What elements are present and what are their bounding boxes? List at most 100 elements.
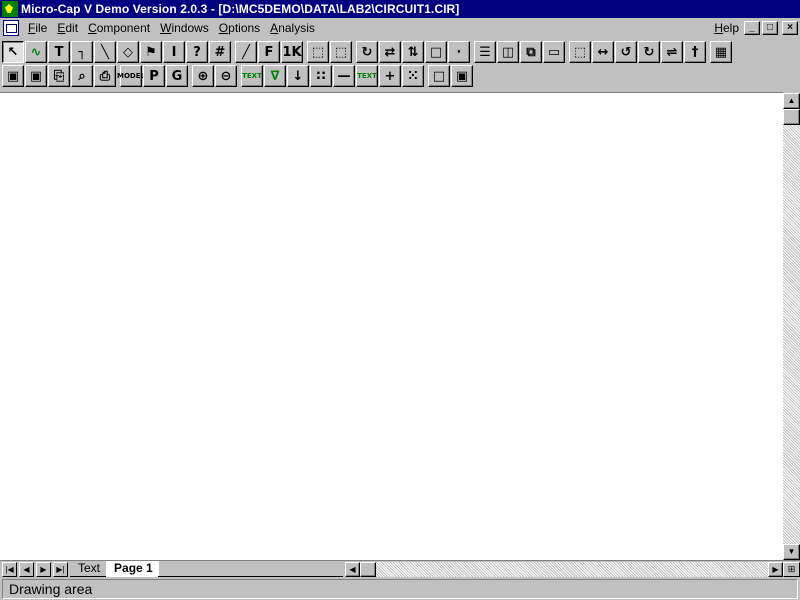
zoom-out-icon: ⊖: [220, 68, 232, 84]
help-button[interactable]: ?: [186, 41, 208, 63]
last-page-button[interactable]: ▶|: [53, 562, 68, 577]
crosshair-button[interactable]: +: [379, 65, 401, 87]
menu-help[interactable]: Help: [709, 21, 744, 35]
scroll-down-button[interactable]: ▼: [783, 544, 800, 560]
main-window: Micro-Cap V Demo Version 2.0.3 - [D:\MC5…: [0, 0, 800, 600]
flag-button[interactable]: ⚑: [140, 41, 162, 63]
wire-squiggle-button[interactable]: ∿: [25, 41, 47, 63]
ground-g-button[interactable]: G: [166, 65, 188, 87]
rotate-icon: ↻: [361, 44, 373, 60]
flip-vertical-button[interactable]: ⇅: [402, 41, 424, 63]
rotate-left-button[interactable]: ↺: [615, 41, 637, 63]
window-title: Micro-Cap V Demo Version 2.0.3 - [D:\MC5…: [21, 2, 460, 16]
mirror-button[interactable]: □: [425, 41, 447, 63]
component-hash-button[interactable]: #: [209, 41, 231, 63]
print-preview-button[interactable]: ⌕: [71, 65, 93, 87]
mdi-minimize-button[interactable]: _: [744, 21, 760, 35]
border-button[interactable]: □: [428, 65, 450, 87]
model-button[interactable]: MODEL: [117, 65, 145, 87]
document-control-icon[interactable]: [3, 20, 19, 36]
zoom-region-button[interactable]: ⬚: [569, 41, 591, 63]
menu-edit[interactable]: Edit: [52, 21, 83, 35]
box-dotted-2-button[interactable]: ⬚: [330, 41, 352, 63]
grid-toggle-button[interactable]: ⁙: [402, 65, 424, 87]
select-arrow-button[interactable]: ↖: [2, 41, 24, 63]
find-icon: F: [264, 44, 274, 60]
node-button[interactable]: ∙: [448, 41, 470, 63]
scroll-left-button[interactable]: ◀: [345, 562, 360, 577]
line-tool-button[interactable]: —: [333, 65, 355, 87]
calculator-button[interactable]: ▦: [710, 41, 732, 63]
print-preview-doc-icon: ⎘: [53, 68, 65, 84]
text-label-button[interactable]: TEXT: [241, 65, 263, 87]
zoom-out-button[interactable]: ⊖: [215, 65, 237, 87]
title-bar[interactable]: Micro-Cap V Demo Version 2.0.3 - [D:\MC5…: [0, 0, 800, 18]
line-tool-icon: —: [337, 68, 351, 84]
kilo-button[interactable]: 1K: [281, 41, 303, 63]
scroll-right-button[interactable]: ▶: [768, 562, 783, 577]
maximize-window-button[interactable]: ▭: [543, 41, 565, 63]
menu-analysis[interactable]: Analysis: [265, 21, 320, 35]
save-all-icon: ▣: [29, 68, 43, 84]
page-tab-bar: |◀ ◀ ▶ ▶| Text Page 1 ◀ ▶ ⊞: [0, 560, 800, 577]
info-button[interactable]: I: [163, 41, 185, 63]
border-icon: □: [432, 68, 446, 84]
print-preview-doc-button[interactable]: ⎘: [48, 65, 70, 87]
grid-hatch-button[interactable]: ╱: [235, 41, 257, 63]
vertical-scroll-thumb[interactable]: [783, 109, 800, 125]
horizontal-scrollbar[interactable]: ◀ ▶: [345, 562, 783, 577]
node-numbers-button[interactable]: ∇: [264, 65, 286, 87]
diagonal-wire-button[interactable]: ╲: [94, 41, 116, 63]
menu-windows[interactable]: Windows: [155, 21, 214, 35]
pin-connections-button[interactable]: ↓: [287, 65, 309, 87]
pin-p-button[interactable]: P: [143, 65, 165, 87]
menu-file[interactable]: File: [23, 21, 52, 35]
prev-page-button[interactable]: ◀: [19, 562, 34, 577]
first-page-button[interactable]: |◀: [2, 562, 17, 577]
mdi-restore-button[interactable]: □: [762, 21, 778, 35]
attribute-text-button[interactable]: TEXT: [356, 65, 378, 87]
drawing-area[interactable]: [0, 92, 783, 560]
save-button[interactable]: ▣: [2, 65, 24, 87]
select-arrow-icon: ↖: [7, 44, 19, 60]
grid-dots-button[interactable]: ∷: [310, 65, 332, 87]
shapes-button[interactable]: ◇: [117, 41, 139, 63]
cascade-button[interactable]: ⧉: [520, 41, 542, 63]
save-icon: ▣: [6, 68, 20, 84]
save-all-button[interactable]: ▣: [25, 65, 47, 87]
tab-text[interactable]: Text: [70, 561, 107, 577]
node-numbers-icon: ∇: [270, 68, 280, 84]
title-block-button[interactable]: ▣: [451, 65, 473, 87]
find-button[interactable]: F: [258, 41, 280, 63]
mirror-icon: □: [429, 44, 443, 60]
pin-connections-icon: ↓: [292, 68, 304, 84]
next-page-button[interactable]: ▶: [36, 562, 51, 577]
text-tool-button[interactable]: T: [48, 41, 70, 63]
flip-horizontal-button[interactable]: ⇄: [379, 41, 401, 63]
tile-horizontal-button[interactable]: ☰: [474, 41, 496, 63]
mirror-horizontal-button[interactable]: ⇌: [661, 41, 683, 63]
orthogonal-wire-button[interactable]: ┐: [71, 41, 93, 63]
menu-options[interactable]: Options: [214, 21, 265, 35]
rotate-right-button[interactable]: ↻: [638, 41, 660, 63]
vertical-scrollbar[interactable]: ▲ ▼: [783, 93, 800, 560]
zoom-in-button[interactable]: ⊕: [192, 65, 214, 87]
probe-button[interactable]: †: [684, 41, 706, 63]
text-tool-icon: T: [54, 44, 64, 60]
printer-button[interactable]: ⎙: [94, 65, 116, 87]
horizontal-scroll-thumb[interactable]: [360, 562, 376, 577]
grid-dots-icon: ∷: [316, 68, 326, 84]
split-view-button[interactable]: ⊞: [783, 562, 800, 577]
mdi-close-button[interactable]: ×: [782, 21, 798, 35]
bidirectional-button[interactable]: ↔: [592, 41, 614, 63]
rotate-button[interactable]: ↻: [356, 41, 378, 63]
tab-page-1[interactable]: Page 1: [106, 561, 159, 577]
scroll-up-button[interactable]: ▲: [783, 93, 800, 109]
box-dotted-button[interactable]: ⬚: [307, 41, 329, 63]
app-logo-icon[interactable]: [2, 1, 18, 17]
menu-component[interactable]: Component: [83, 21, 155, 35]
print-preview-icon: ⌕: [78, 68, 86, 84]
tile-vertical-button[interactable]: ◫: [497, 41, 519, 63]
menu-bar: File Edit Component Windows Options Analysis …: [0, 18, 800, 38]
box-dotted-icon: ⬚: [311, 44, 325, 60]
